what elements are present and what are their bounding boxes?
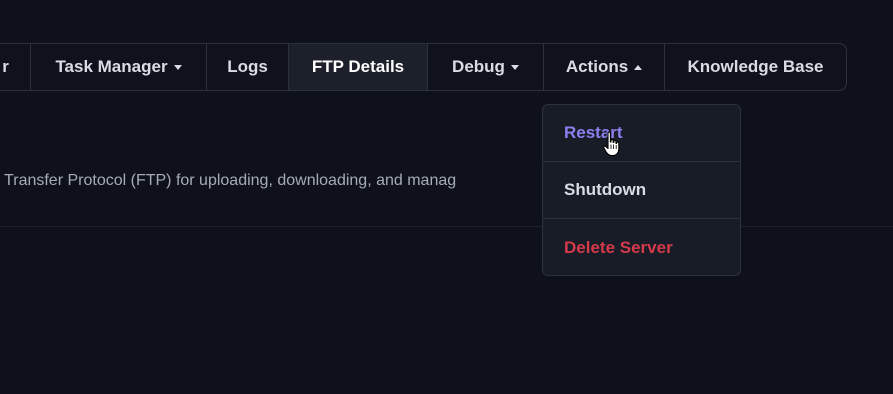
menu-item-label: Delete Server — [564, 237, 673, 257]
tab-ftp-details[interactable]: FTP Details — [289, 44, 428, 90]
caret-down-icon — [510, 64, 519, 70]
server-tab-bar: r Task Manager Logs FTP Details Debug Ac… — [0, 43, 847, 91]
tab-knowledge-base[interactable]: Knowledge Base — [665, 44, 846, 90]
ftp-description: e Transfer Protocol (FTP) for uploading,… — [0, 172, 457, 189]
menu-item-label: Shutdown — [564, 180, 647, 199]
tab-partial[interactable]: r — [0, 44, 31, 90]
tab-actions[interactable]: Actions — [544, 44, 665, 90]
menu-item-restart[interactable]: Restart — [543, 105, 740, 162]
tab-label: Knowledge Base — [687, 57, 824, 76]
section-divider — [0, 226, 893, 227]
tab-debug[interactable]: Debug — [428, 44, 544, 90]
tab-label: Task Manager — [55, 57, 168, 76]
menu-item-label: Restart — [564, 123, 623, 142]
tab-task-manager[interactable]: Task Manager — [31, 44, 207, 90]
tab-label: FTP Details — [311, 57, 405, 76]
caret-up-icon — [634, 64, 643, 70]
menu-item-shutdown[interactable]: Shutdown — [543, 162, 740, 219]
tab-label: Debug — [452, 57, 505, 76]
tab-label: r — [2, 57, 9, 76]
tab-logs[interactable]: Logs — [207, 44, 289, 90]
actions-dropdown-menu: Restart Shutdown Delete Server — [542, 104, 741, 276]
menu-item-delete-server[interactable]: Delete Server — [543, 219, 740, 275]
tab-label: Actions — [565, 57, 629, 76]
tab-label: Logs — [227, 57, 268, 76]
caret-down-icon — [173, 64, 182, 70]
